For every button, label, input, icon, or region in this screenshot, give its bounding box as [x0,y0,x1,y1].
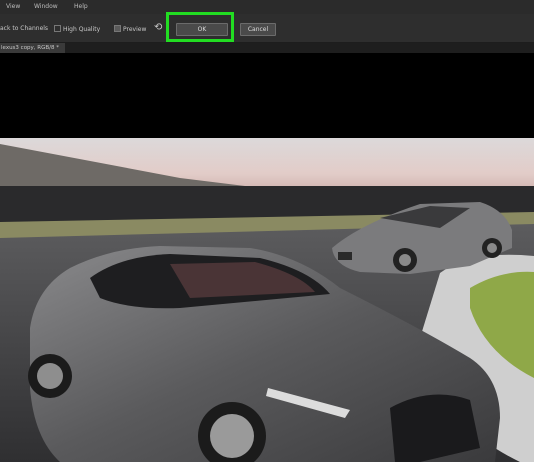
high-quality-label: High Quality [63,26,101,33]
car-photo [0,138,534,462]
high-quality-checkbox[interactable]: High Quality [54,25,100,33]
menu-help[interactable]: Help [74,3,88,10]
reset-icon[interactable]: ⟲ [154,22,162,33]
menu-view[interactable]: View [6,3,20,10]
document-tab[interactable]: lexus3 copy, RGB/8 * [0,43,66,53]
checkbox-icon [54,25,61,32]
back-to-channels-label: ack to Channels [0,25,49,32]
back-to-channels-option[interactable]: ack to Channels [0,25,48,32]
menu-bar: View Window Help [0,0,534,14]
menu-window[interactable]: Window [34,3,58,10]
preview-label: Preview [123,26,147,33]
ok-highlight-box [166,12,234,42]
document-tab-title: lexus3 copy, RGB/8 * [1,45,60,51]
preview-checkbox[interactable]: Preview [114,25,146,33]
document-tab-bar: lexus3 copy, RGB/8 * [0,43,534,53]
options-bar: ack to Channels High Quality Preview ⟲ O… [0,14,534,43]
checkmark-icon [114,25,121,32]
cancel-button[interactable]: Cancel [240,23,276,36]
